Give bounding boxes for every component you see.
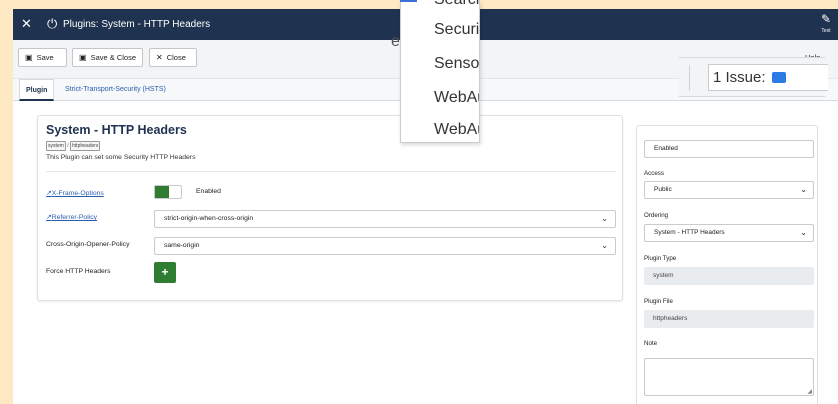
coop-label: Cross-Origin-Opener-Policy [46,241,130,248]
save-icon: ▣ [25,53,33,62]
coop-select[interactable]: same-origin ⌄ [154,237,616,255]
options-panel: Enabled Access Public ⌄ Ordering System … [636,125,818,404]
dropdown-option[interactable]: WebAuthn [434,120,479,140]
partial-text: e [391,33,400,50]
note-field[interactable]: ◢ [644,358,814,396]
close-icon: ✕ [156,53,163,62]
referrer-policy-label: Referrer-Policy [51,214,98,221]
issue-count: 1 Issue: [713,69,766,86]
ordering-label: Ordering [644,212,669,219]
x-frame-options-state: Enabled [196,188,221,195]
plugin-file-field: httpheaders [644,310,814,328]
access-value: Public [654,186,672,193]
page-title: Plugins: System - HTTP Headers [63,19,211,30]
save-close-button[interactable]: ▣ Save & Close [72,48,143,67]
dropdown-option[interactable]: Security [434,20,479,40]
badge-folder: system [46,141,66,151]
comment-icon [771,72,786,83]
access-label: Access [644,170,664,177]
chevron-down-icon: ⌄ [800,185,807,194]
selection-indicator [400,0,417,2]
divider [689,65,690,91]
badge-row: system / httpheaders [46,141,101,151]
note-label: Note [644,340,658,347]
x-frame-options-label: X-Frame-Options [51,190,104,197]
access-select[interactable]: Public ⌄ [644,181,814,199]
divider [46,171,616,172]
x-frame-options-toggle[interactable] [154,185,182,199]
save-label: Save [36,53,54,62]
edit-label[interactable]: Text [814,28,838,34]
edit-icon[interactable]: ✎ [819,13,833,26]
referrer-policy-value: strict-origin-when-cross-origin [164,215,254,222]
force-headers-label: Force HTTP Headers [46,268,111,275]
save-icon: ▣ [79,53,87,62]
close-button[interactable]: ✕ Close [149,48,197,67]
joomla-icon[interactable]: ✕ [21,17,35,31]
plugin-type-field: system [644,267,814,285]
save-button[interactable]: ▣ Save [18,48,67,67]
save-close-label: Save & Close [90,53,137,62]
tab-hsts[interactable]: Strict-Transport-Security (HSTS) [59,79,172,101]
dropdown-option[interactable]: WebAudio [434,88,479,108]
coop-value: same-origin [164,242,200,249]
add-header-button[interactable]: + [154,262,176,283]
tab-plugin[interactable]: Plugin [19,79,55,101]
badge-element: httpheaders [70,141,101,151]
dropdown-option[interactable]: Search [434,0,479,10]
referrer-policy-select[interactable]: strict-origin-when-cross-origin ⌄ [154,210,616,228]
plugin-file-label: Plugin File [644,298,673,305]
issue-toolbar: 1 Issue: [679,57,828,97]
dropdown-option[interactable]: Sensors [434,54,479,74]
plug-icon: ⏻ [47,16,58,31]
category-dropdown: Search Security Sensors WebAudio WebAuth… [400,0,480,143]
ordering-select[interactable]: System - HTTP Headers ⌄ [644,224,814,242]
chevron-down-icon: ⌄ [601,241,608,250]
chevron-down-icon: ⌄ [601,214,608,223]
plugin-card: System - HTTP Headers system / httpheade… [37,115,623,301]
plugin-type-label: Plugin Type [644,255,677,262]
card-title: System - HTTP Headers [46,123,187,137]
status-select[interactable]: Enabled [644,140,814,158]
referrer-policy-link[interactable]: ↗Referrer-Policy [46,213,97,222]
chevron-down-icon: ⌄ [800,228,807,237]
issue-button[interactable]: 1 Issue: [708,64,828,91]
resize-grip-icon[interactable]: ◢ [807,389,812,395]
card-description: This Plugin can set some Security HTTP H… [46,154,196,161]
ordering-value: System - HTTP Headers [654,229,725,236]
toggle-knob [155,186,169,198]
x-frame-options-link[interactable]: ↗X-Frame-Options [46,189,104,198]
close-label: Close [166,53,186,62]
badge-separator: / [67,143,69,149]
status-value: Enabled [654,145,678,152]
